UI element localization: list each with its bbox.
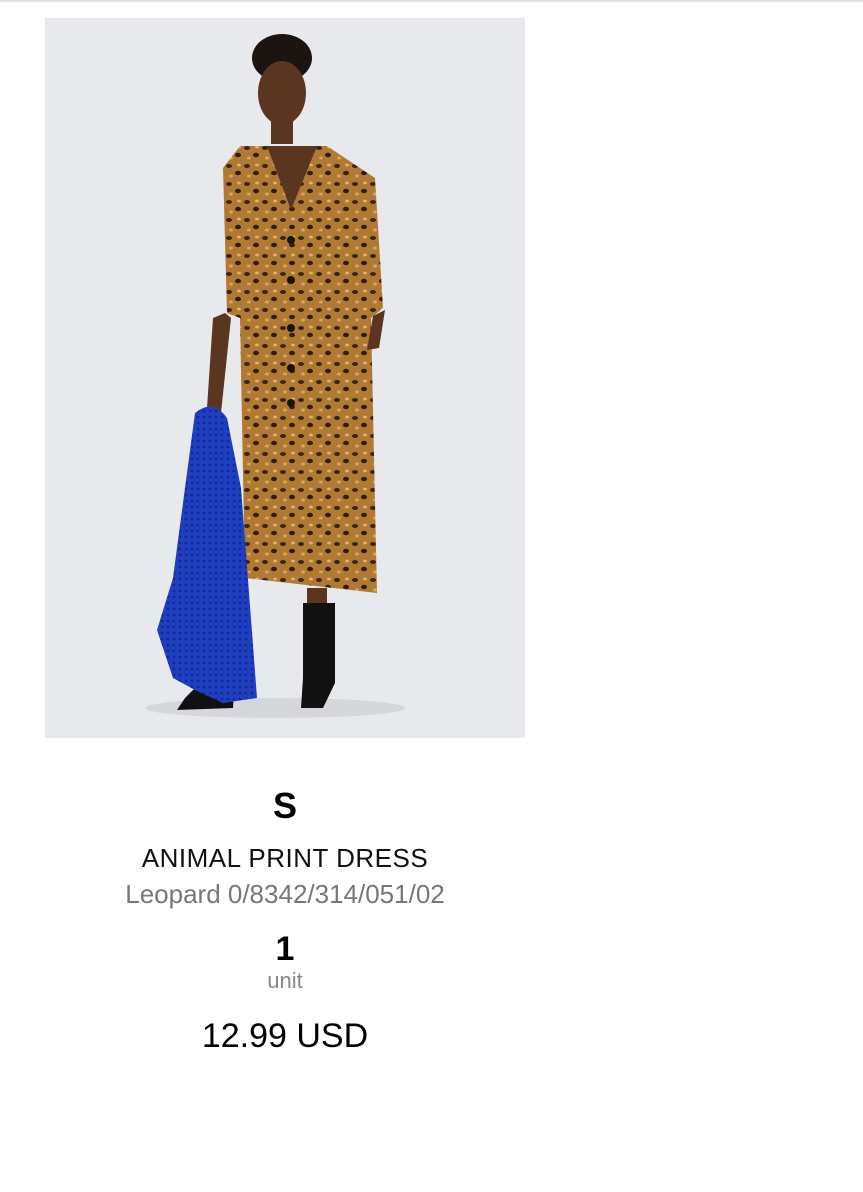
product-size: S [272, 785, 297, 826]
product-card: S ANIMAL PRINT DRESS Leopard 0/8342/314/… [45, 18, 525, 1056]
top-divider [0, 0, 863, 2]
quantity-unit: unit [267, 968, 303, 993]
product-image[interactable] [45, 18, 525, 738]
product-photo-icon [45, 18, 525, 738]
product-price: 12.99 USD [201, 1017, 369, 1055]
product-info: S ANIMAL PRINT DRESS Leopard 0/8342/314/… [45, 786, 525, 1056]
product-name[interactable]: ANIMAL PRINT DRESS [45, 842, 525, 874]
product-quantity: 1 [275, 930, 295, 968]
product-reference: Leopard 0/8342/314/051/02 [125, 879, 445, 909]
